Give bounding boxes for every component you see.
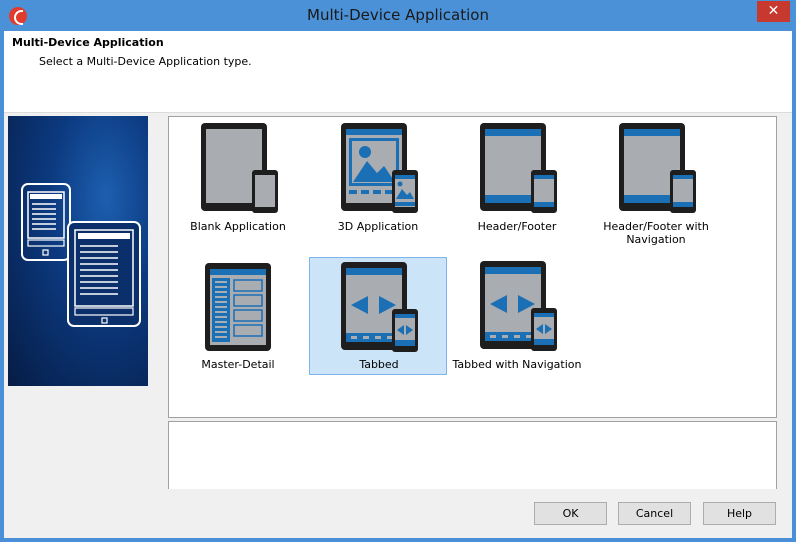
template-blank-application[interactable]: Blank Application [169, 119, 307, 237]
template-label: 3D Application [337, 220, 419, 233]
dialog-window: Multi-Device Application ✕ Multi-Device … [0, 0, 796, 542]
header-footer-navigation-icon [619, 123, 696, 213]
template-tabbed-navigation[interactable]: Tabbed with Navigation [448, 257, 586, 375]
template-header-footer-navigation[interactable]: Header/Footer with Navigation [587, 119, 725, 246]
tabbed-navigation-icon [480, 261, 557, 351]
close-button[interactable]: ✕ [757, 1, 790, 22]
wizard-banner-image [8, 116, 148, 386]
devices-illustration-icon [21, 183, 141, 327]
template-description-panel [168, 421, 777, 489]
template-label: Header/Footer with Navigation [603, 220, 709, 246]
template-tabbed[interactable]: Tabbed [309, 257, 447, 375]
template-label: Header/Footer [477, 220, 557, 233]
template-header-footer[interactable]: Header/Footer [448, 119, 586, 237]
ok-button[interactable]: OK [534, 502, 607, 525]
template-master-detail[interactable]: Master-Detail [169, 257, 307, 375]
help-button[interactable]: Help [703, 502, 776, 525]
blank-application-icon [201, 123, 278, 213]
template-label: Tabbed [359, 358, 399, 371]
title-bar[interactable]: Multi-Device Application ✕ [0, 0, 796, 31]
master-detail-icon [205, 263, 271, 351]
template-3d-application[interactable]: 3D Application [309, 119, 447, 237]
template-label: Master-Detail [201, 358, 275, 371]
template-label: Tabbed with Navigation [452, 358, 582, 371]
window-title: Multi-Device Application [307, 6, 489, 24]
template-gallery[interactable]: Blank Application 3D Application Header/… [168, 116, 777, 418]
tabbed-icon [341, 262, 418, 352]
wizard-title: Multi-Device Application [12, 36, 164, 49]
3d-application-icon [341, 123, 418, 213]
template-label: Blank Application [190, 220, 286, 233]
header-footer-icon [480, 123, 557, 213]
dialog-body: Multi-Device Application Select a Multi-… [4, 31, 792, 538]
cancel-button[interactable]: Cancel [618, 502, 691, 525]
wizard-subtitle: Select a Multi-Device Application type. [39, 55, 252, 68]
wizard-header: Multi-Device Application Select a Multi-… [4, 31, 792, 113]
